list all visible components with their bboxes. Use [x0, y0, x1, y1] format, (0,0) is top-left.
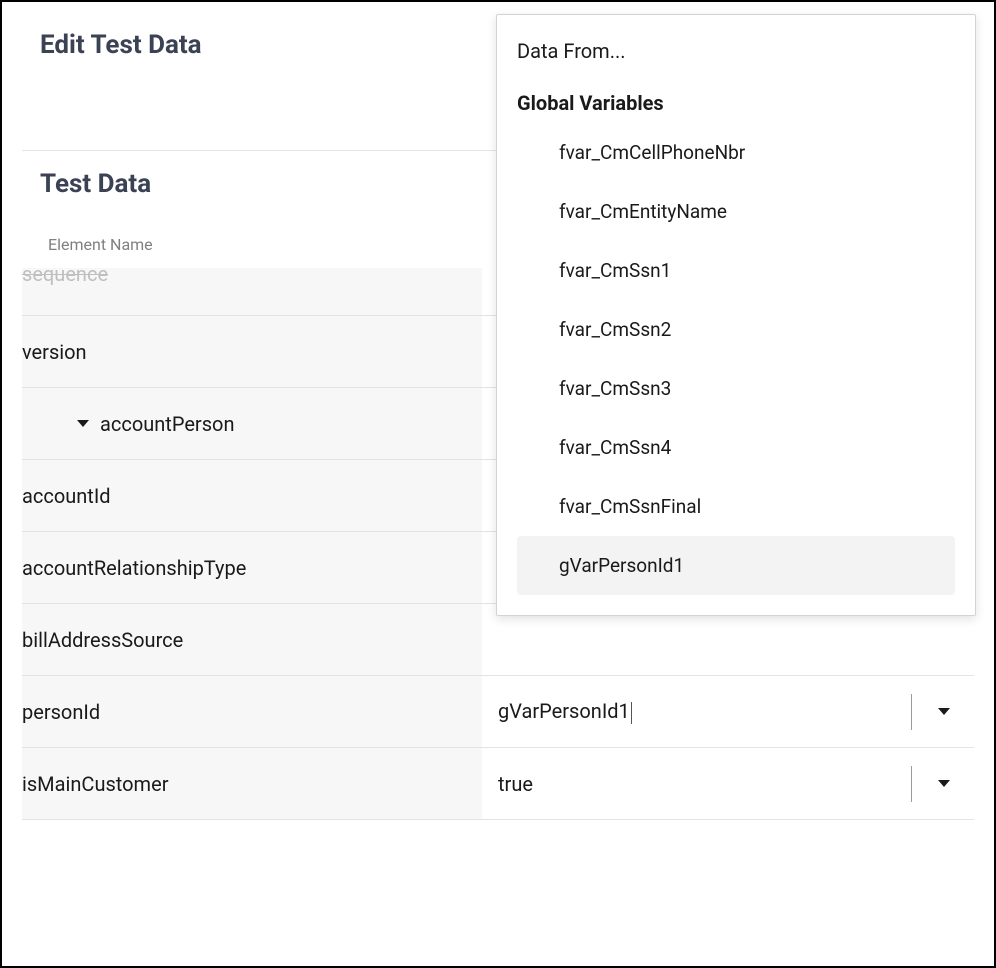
table-row[interactable]: isMainCustomer true [22, 748, 974, 820]
caret-down-icon[interactable] [76, 419, 90, 429]
value-input[interactable]: true [482, 772, 909, 796]
value-cell[interactable]: gVarPersonId1 [482, 676, 974, 747]
dialog-container: Edit Test Data Test Data Element Name se… [0, 0, 996, 968]
dropdown-group-label: Global Variables [517, 91, 955, 115]
table-row[interactable]: personId gVarPersonId1 [22, 676, 974, 748]
dropdown-option[interactable]: gVarPersonId1 [517, 536, 955, 595]
dropdown-placeholder: Data From... [517, 39, 955, 63]
element-name-label: accountRelationshipType [22, 556, 246, 580]
dropdown-option[interactable]: fvar_CmEntityName [517, 182, 955, 241]
chevron-down-icon [936, 778, 952, 790]
dropdown-option[interactable]: fvar_CmSsnFinal [517, 477, 955, 536]
divider [911, 694, 912, 730]
element-name-label: accountPerson [100, 412, 234, 436]
dropdown-option[interactable]: fvar_CmSsn2 [517, 300, 955, 359]
value-input[interactable]: gVarPersonId1 [482, 699, 909, 724]
divider [911, 766, 912, 802]
element-name-label: version [22, 340, 87, 364]
dropdown-trigger[interactable] [914, 778, 974, 790]
element-name-label: sequence [22, 268, 108, 286]
dropdown-option[interactable]: fvar_CmCellPhoneNbr [517, 123, 955, 182]
dropdown-option[interactable]: fvar_CmSsn1 [517, 241, 955, 300]
dropdown-trigger[interactable] [914, 706, 974, 718]
dropdown-option[interactable]: fvar_CmSsn4 [517, 418, 955, 477]
text-cursor [631, 702, 632, 724]
value-cell[interactable]: true [482, 748, 974, 819]
chevron-down-icon [936, 706, 952, 718]
element-name-label: accountId [22, 484, 111, 508]
element-name-label: billAddressSource [22, 628, 183, 652]
dropdown-option[interactable]: fvar_CmSsn3 [517, 359, 955, 418]
data-from-dropdown[interactable]: Data From... Global Variables fvar_CmCel… [496, 14, 976, 616]
element-name-label: isMainCustomer [22, 772, 168, 796]
element-name-label: personId [22, 700, 100, 724]
